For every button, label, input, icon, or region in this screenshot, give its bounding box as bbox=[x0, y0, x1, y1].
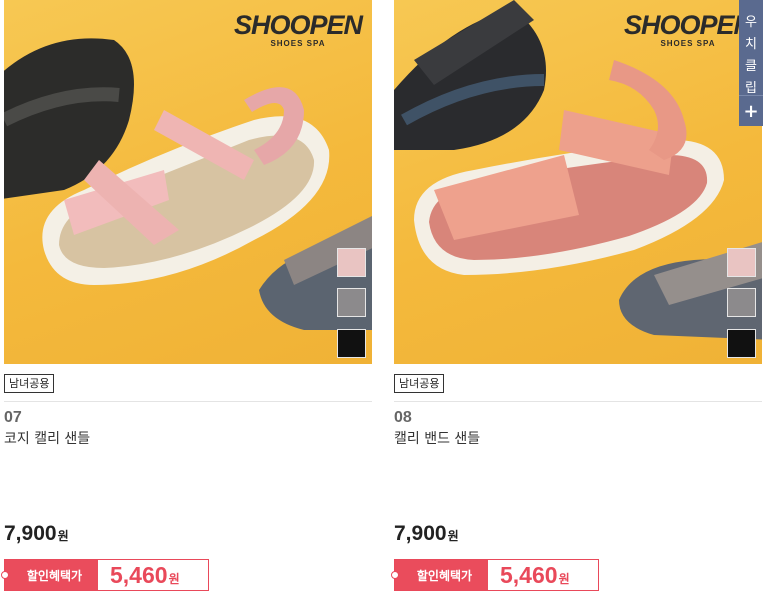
discount-price: 5,460원 bbox=[500, 562, 570, 589]
discount-price: 5,460원 bbox=[110, 562, 180, 589]
discount-label: 할인혜택가 bbox=[391, 560, 488, 590]
product-number: 08 bbox=[394, 409, 412, 426]
discount-amount: 5,460 bbox=[500, 561, 558, 588]
side-char: 치 bbox=[745, 37, 757, 52]
product-card[interactable]: SHOOPEN SHOES SPA 남녀공용 08 캘리 밴드 샌들 7,900… bbox=[391, 0, 762, 591]
product-image[interactable]: SHOOPEN SHOES SPA bbox=[394, 0, 762, 364]
product-number: 07 bbox=[4, 409, 22, 426]
brand-logo: SHOOPEN SHOES SPA bbox=[233, 10, 363, 49]
discount-amount: 5,460 bbox=[110, 561, 168, 588]
color-swatch-black[interactable] bbox=[727, 329, 756, 358]
plus-icon[interactable]: + bbox=[739, 95, 763, 126]
side-quick-panel[interactable]: 우 치 클 립 + bbox=[739, 0, 763, 126]
product-name[interactable]: 코지 캘리 샌들 bbox=[4, 428, 372, 448]
discount-unit: 원 bbox=[168, 571, 180, 586]
discount-label-text: 할인혜택가 bbox=[416, 568, 473, 583]
discount-unit: 원 bbox=[558, 571, 570, 586]
sandal-illustration bbox=[394, 0, 762, 340]
divider bbox=[4, 401, 372, 402]
original-price: 7,900원 bbox=[4, 522, 69, 546]
divider bbox=[394, 401, 762, 402]
price-amount: 7,900 bbox=[4, 522, 57, 545]
dot-icon bbox=[1, 571, 9, 579]
discount-box: 할인혜택가 5,460원 bbox=[391, 559, 599, 591]
brand-logo: SHOOPEN SHOES SPA bbox=[623, 10, 753, 49]
side-char: 우 bbox=[745, 15, 757, 30]
price-amount: 7,900 bbox=[394, 522, 447, 545]
discount-label-text: 할인혜택가 bbox=[26, 568, 83, 583]
original-price: 7,900원 bbox=[394, 522, 459, 546]
color-swatch-black[interactable] bbox=[337, 329, 366, 358]
price-unit: 원 bbox=[57, 529, 69, 543]
product-image[interactable]: SHOOPEN SHOES SPA bbox=[4, 0, 372, 364]
price-unit: 원 bbox=[447, 529, 459, 543]
discount-box: 할인혜택가 5,460원 bbox=[1, 559, 209, 591]
unisex-tag: 남녀공용 bbox=[394, 374, 445, 393]
color-swatch-gray[interactable] bbox=[727, 288, 756, 317]
sandal-illustration bbox=[4, 38, 372, 330]
product-name[interactable]: 캘리 밴드 샌들 bbox=[394, 428, 762, 448]
product-card[interactable]: SHOOPEN SHOES SPA 남녀공용 07 코지 캘리 샌들 7,900… bbox=[1, 0, 372, 591]
color-swatch-gray[interactable] bbox=[337, 288, 366, 317]
dot-icon bbox=[391, 571, 399, 579]
discount-label: 할인혜택가 bbox=[1, 560, 98, 590]
unisex-tag: 남녀공용 bbox=[4, 374, 55, 393]
side-char: 클 bbox=[745, 59, 757, 74]
color-swatch-pink[interactable] bbox=[727, 248, 756, 277]
color-swatch-pink[interactable] bbox=[337, 248, 366, 277]
side-panel-label: 우 치 클 립 bbox=[739, 0, 763, 100]
